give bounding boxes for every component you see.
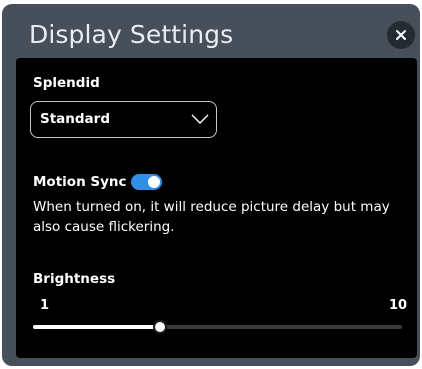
toggle-knob <box>148 176 160 188</box>
close-icon <box>396 30 406 40</box>
brightness-slider-track[interactable] <box>33 320 402 334</box>
chevron-down-icon <box>191 114 209 124</box>
brightness-slider-thumb[interactable] <box>153 320 168 334</box>
motion-sync-description: When turned on, it will reduce picture d… <box>33 199 390 235</box>
close-button[interactable] <box>387 21 415 49</box>
splendid-dropdown[interactable]: Standard <box>30 101 217 138</box>
dialog-title: Display Settings <box>29 20 234 49</box>
splendid-selected-value: Standard <box>40 111 110 127</box>
brightness-max-label: 10 <box>389 298 408 313</box>
brightness-label: Brightness <box>33 271 116 287</box>
settings-panel: Splendid Standard Motion Sync When turne… <box>16 58 417 358</box>
brightness-min-label: 1 <box>40 298 50 313</box>
display-settings-dialog: Display Settings Splendid Standard Motio… <box>2 4 420 366</box>
motion-sync-label: Motion Sync <box>33 174 127 190</box>
brightness-slider-fill <box>33 325 161 329</box>
motion-sync-toggle[interactable] <box>131 174 162 190</box>
splendid-label: Splendid <box>33 75 100 91</box>
